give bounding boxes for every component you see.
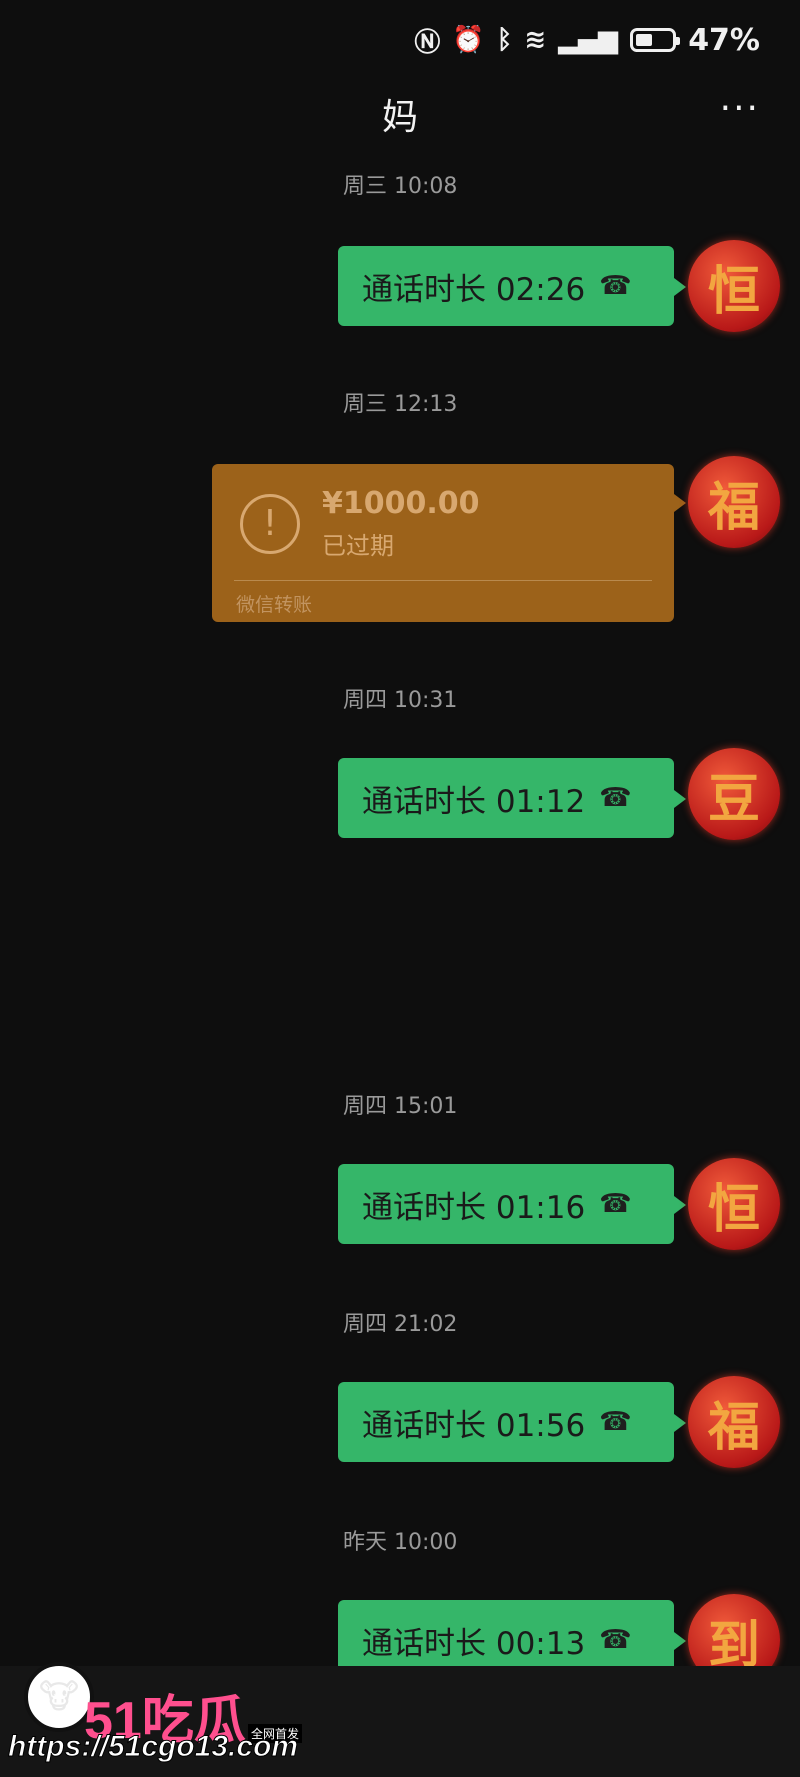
status-bar: Ⓝ ⏰ ᛒ ≋ ▂▄▆ 47% bbox=[414, 18, 760, 62]
alarm-icon: ⏰ bbox=[452, 25, 485, 55]
nfc-icon: Ⓝ bbox=[414, 27, 441, 58]
phone-hangup-icon: ☎ bbox=[599, 1407, 632, 1437]
watermark-url: https://51cgo13.com bbox=[7, 1730, 299, 1764]
signal-icon: ▂▄▆ bbox=[558, 25, 619, 55]
more-options-icon[interactable]: ··· bbox=[720, 88, 760, 129]
call-duration: 通话时长 01:56 bbox=[362, 1407, 586, 1444]
call-duration: 通话时长 01:12 bbox=[362, 783, 586, 820]
call-record-bubble[interactable]: 通话时长 01:56 ☎ bbox=[338, 1382, 686, 1462]
message-time: 周四 21:02 bbox=[343, 1312, 458, 1337]
call-record-bubble[interactable]: 通话时长 01:12 ☎ bbox=[338, 758, 686, 838]
avatar[interactable]: 豆 bbox=[688, 748, 780, 840]
call-duration: 通话时长 01:16 bbox=[362, 1189, 586, 1226]
transfer-card[interactable]: ! ¥1000.00 已过期 微信转账 bbox=[212, 464, 686, 622]
wifi-icon: ≋ bbox=[524, 25, 547, 55]
message-time: 周四 10:31 bbox=[343, 688, 458, 713]
phone-hangup-icon: ☎ bbox=[599, 783, 632, 813]
battery-percent: 47% bbox=[688, 22, 760, 58]
message-time: 昨天 10:00 bbox=[343, 1530, 458, 1555]
chat-title: 妈 bbox=[381, 97, 418, 138]
expired-warning-icon: ! bbox=[240, 494, 300, 554]
transfer-status: 已过期 bbox=[322, 532, 394, 560]
call-record-bubble[interactable]: 通话时长 01:16 ☎ bbox=[338, 1164, 686, 1244]
avatar[interactable]: 恒 bbox=[688, 240, 780, 332]
avatar[interactable]: 恒 bbox=[688, 1158, 780, 1250]
phone-hangup-icon: ☎ bbox=[599, 1625, 632, 1655]
phone-hangup-icon: ☎ bbox=[599, 1189, 632, 1219]
call-duration: 通话时长 02:26 bbox=[362, 271, 586, 308]
call-duration: 通话时长 00:13 bbox=[362, 1625, 586, 1662]
battery-icon bbox=[630, 28, 681, 52]
avatar[interactable]: 福 bbox=[688, 456, 780, 548]
message-time: 周三 12:13 bbox=[343, 392, 458, 417]
divider bbox=[234, 580, 652, 581]
message-time: 周三 10:08 bbox=[343, 174, 458, 199]
call-record-bubble[interactable]: 通话时长 02:26 ☎ bbox=[338, 246, 686, 326]
message-time: 周四 15:01 bbox=[343, 1094, 458, 1119]
bluetooth-icon: ᛒ bbox=[496, 25, 513, 55]
phone-hangup-icon: ☎ bbox=[599, 271, 632, 301]
transfer-label: 微信转账 bbox=[236, 594, 313, 616]
transfer-amount: ¥1000.00 bbox=[322, 486, 480, 521]
avatar[interactable]: 福 bbox=[688, 1376, 780, 1468]
